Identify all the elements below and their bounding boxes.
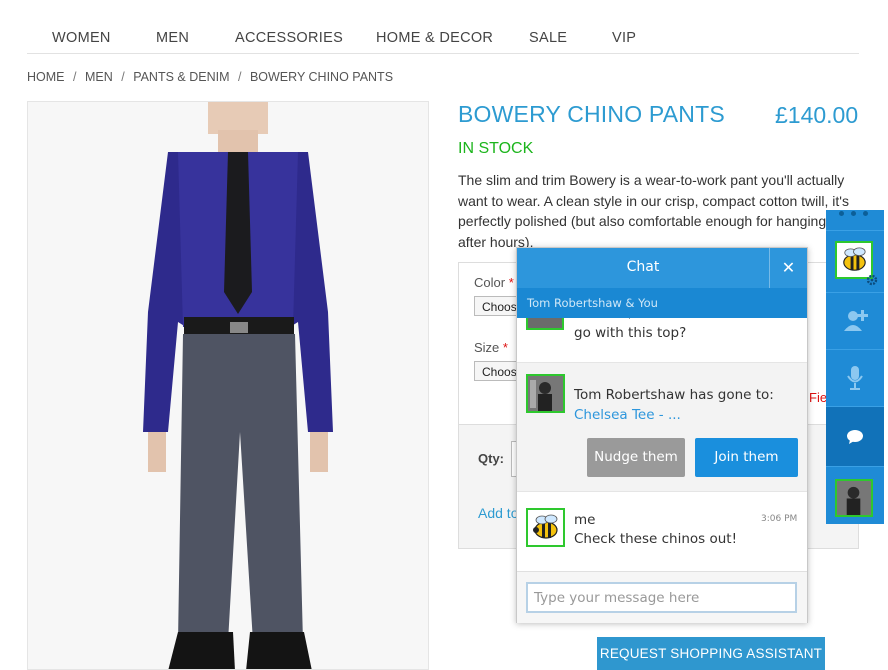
product-photo[interactable]	[27, 101, 429, 670]
required-field-note: Fie	[809, 390, 828, 405]
product-price: £140.00	[775, 102, 859, 128]
nav-item-vip[interactable]: VIP	[612, 30, 636, 46]
breadcrumb: HOME / MEN / PANTS & DENIM / BOWERY CHIN…	[27, 70, 398, 84]
breadcrumb-separator: /	[72, 70, 77, 84]
chat-bubble-icon[interactable]	[826, 406, 884, 466]
product-description: The slim and trim Bowery is a wear-to-wo…	[458, 172, 849, 250]
breadcrumb-pants-denim[interactable]: PANTS & DENIM	[133, 70, 229, 84]
request-shopping-assistant-button[interactable]: REQUEST SHOPPING ASSISTANT	[597, 637, 825, 670]
avatar	[526, 374, 565, 413]
nav-item-home-decor[interactable]: HOME & DECOR	[376, 30, 493, 46]
size-label: Size *	[474, 340, 508, 355]
chat-message: Check these chinos out!	[574, 531, 737, 547]
breadcrumb-current: BOWERY CHINO PANTS	[249, 70, 394, 84]
chat-message: Hi there, what trousers would go with th…	[574, 318, 774, 341]
microphone-icon[interactable]	[826, 349, 884, 406]
user-photo-icon	[528, 376, 563, 411]
drag-handle-icon[interactable]	[826, 210, 884, 230]
chat-message-input[interactable]: Type your message here	[526, 582, 797, 613]
add-to-cart-link[interactable]: Add to	[478, 505, 518, 521]
message-timestamp: 3:06 PM	[761, 514, 798, 524]
add-user-icon[interactable]	[826, 292, 884, 349]
chat-input-area: Type your message here	[517, 571, 807, 623]
avatar	[526, 318, 564, 330]
user-photo-avatar[interactable]	[826, 466, 884, 524]
avatar	[526, 508, 565, 547]
chat-window: Chat ✕ Tom Robertshaw & You Hi there, wh…	[516, 247, 808, 623]
nav-item-men[interactable]: MEN	[156, 30, 189, 46]
join-button[interactable]: Join them	[695, 438, 798, 477]
bee-icon	[843, 247, 866, 271]
bee-icon	[528, 510, 563, 545]
system-message: Tom Robertshaw has gone to: Chelsea Tee …	[517, 362, 807, 492]
chat-sidebar	[826, 210, 884, 524]
breadcrumb-separator: /	[237, 70, 242, 84]
qty-label: Qty:	[478, 451, 504, 466]
system-action-text: has gone to:	[689, 387, 774, 403]
color-label: Color *	[474, 275, 514, 290]
top-navigation: WOMEN MEN ACCESSORIES HOME & DECOR SALE …	[27, 0, 859, 54]
close-icon[interactable]: ✕	[769, 248, 807, 288]
system-page-link[interactable]: Chelsea Tee - ...	[574, 407, 681, 423]
chat-header: Chat ✕	[517, 248, 807, 288]
breadcrumb-men[interactable]: MEN	[85, 70, 113, 84]
nav-item-women[interactable]: WOMEN	[52, 30, 111, 46]
chat-participants: Tom Robertshaw & You	[517, 288, 807, 318]
product-model-illustration	[28, 102, 428, 669]
chat-title: Chat	[626, 259, 660, 275]
system-user-name: Tom Robertshaw	[574, 387, 686, 403]
bee-avatar-icon[interactable]	[826, 230, 884, 292]
nudge-button[interactable]: Nudge them	[587, 438, 685, 477]
system-message-text: Tom Robertshaw has gone to: Chelsea Tee …	[574, 385, 794, 425]
user-photo-icon	[837, 481, 871, 515]
product-title: BOWERY CHINO PANTS	[458, 101, 725, 127]
breadcrumb-separator: /	[121, 70, 125, 84]
stock-status: IN STOCK	[458, 140, 534, 157]
breadcrumb-home[interactable]: HOME	[27, 70, 65, 84]
chat-messages: Hi there, what trousers would go with th…	[517, 318, 807, 572]
settings-gear-icon[interactable]	[866, 274, 878, 286]
nav-item-accessories[interactable]: ACCESSORIES	[235, 30, 343, 46]
nav-item-sale[interactable]: SALE	[529, 30, 567, 46]
message-sender: me	[574, 512, 596, 528]
